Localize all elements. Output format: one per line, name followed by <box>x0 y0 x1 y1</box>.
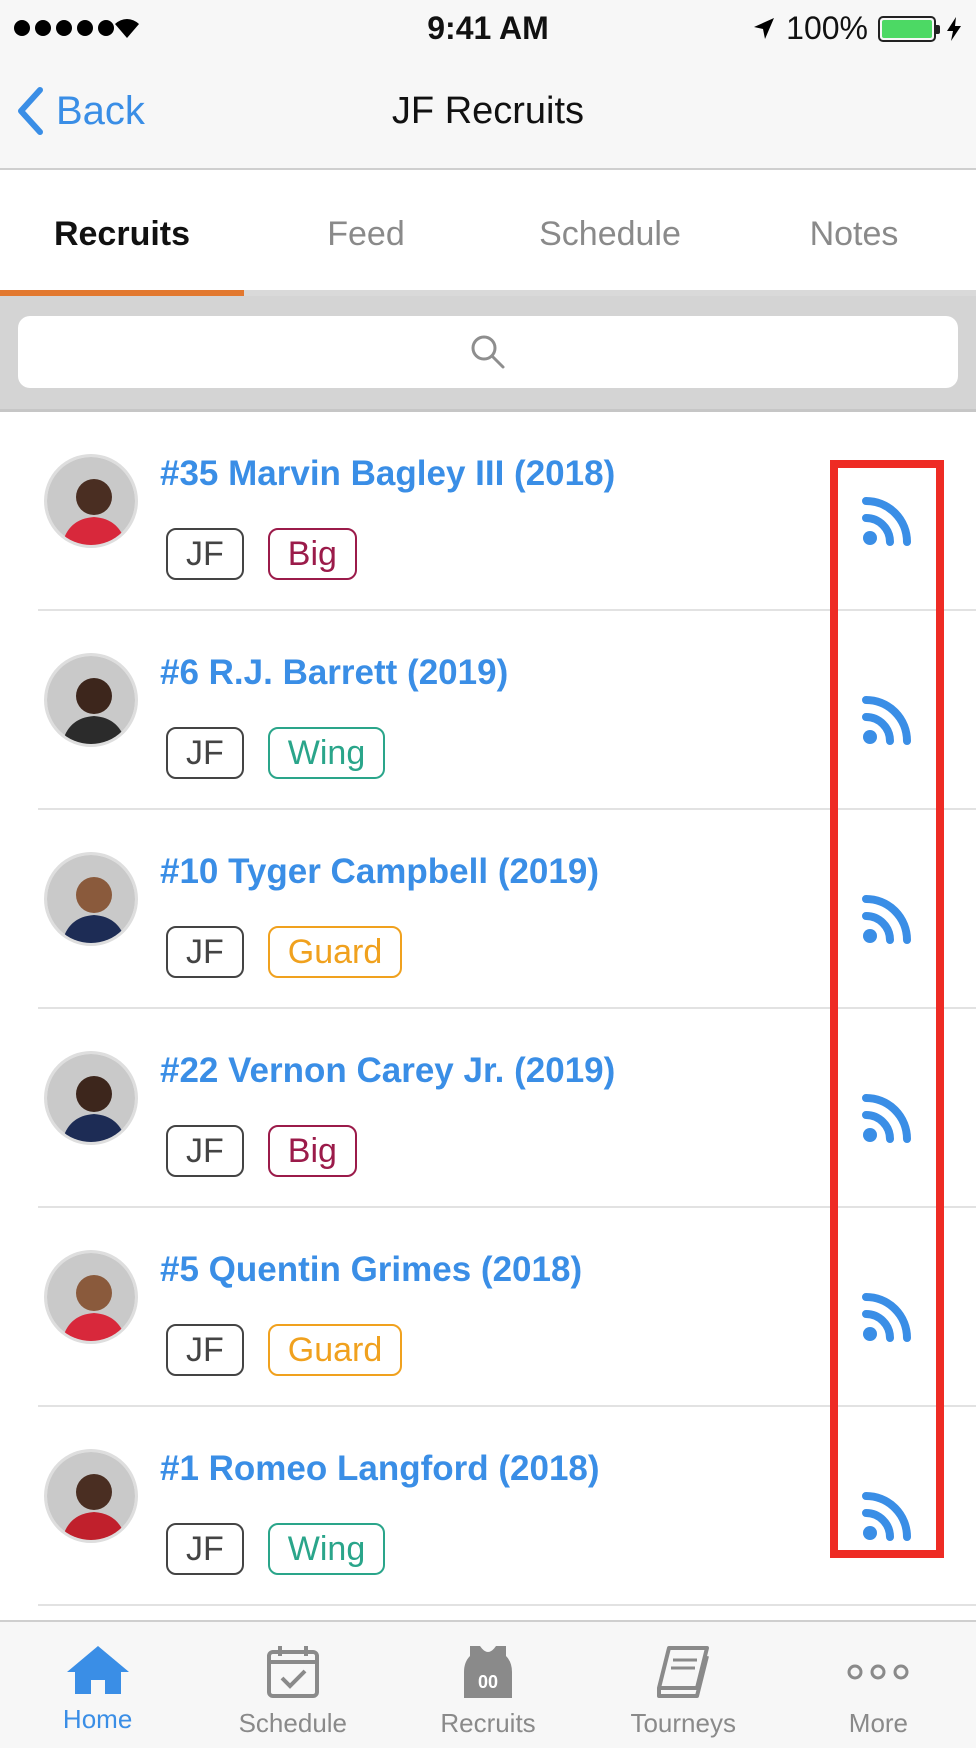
tabbar-recruits[interactable]: 00 Recruits <box>390 1622 585 1748</box>
battery-icon <box>878 15 940 42</box>
recruit-name-link[interactable]: #22 Vernon Carey Jr. (2019) <box>160 1051 615 1091</box>
home-icon <box>66 1646 129 1694</box>
feed-button[interactable] <box>860 693 914 747</box>
book-icon <box>657 1646 710 1698</box>
avatar[interactable] <box>44 653 138 747</box>
tag-badge: Wing <box>267 727 386 779</box>
avatar[interactable] <box>44 852 138 946</box>
recruits-list: #35 Marvin Bagley III (2018) JF Big #6 R.J.… <box>0 412 976 1606</box>
battery-percent: 100% <box>786 10 868 46</box>
navigation-bar: Back JF Recruits <box>0 56 976 170</box>
search-icon <box>471 335 505 369</box>
recruit-row[interactable]: #10 Tyger Campbell (2019) JF Guard <box>0 810 976 1009</box>
tag-badge: JF <box>166 1324 244 1376</box>
tag-badge: JF <box>166 1523 244 1575</box>
recruit-tags: JF Guard <box>166 1324 403 1376</box>
tabbar-label: More <box>848 1708 909 1738</box>
tag-badge: JF <box>166 727 244 779</box>
search-input[interactable] <box>18 316 958 388</box>
tab-feed[interactable]: Feed <box>244 172 488 296</box>
tag-badge: JF <box>166 1125 244 1177</box>
recruit-tags: JF Big <box>166 1125 357 1177</box>
tag-badge: Big <box>267 528 357 580</box>
bottom-tab-bar: Home Schedule 00 Recruits Tourneys More <box>0 1620 976 1748</box>
feed-button[interactable] <box>860 1290 914 1344</box>
calendar-check-icon <box>266 1646 319 1698</box>
tag-badge: Big <box>267 1125 357 1177</box>
tag-badge: JF <box>166 926 244 978</box>
recruit-tags: JF Wing <box>166 727 386 779</box>
feed-button[interactable] <box>860 1091 914 1145</box>
status-bar: 9:41 AM 100% <box>0 0 976 56</box>
more-dots-icon <box>847 1664 909 1680</box>
tag-badge: Wing <box>267 1523 386 1575</box>
feed-rss-icon <box>862 497 911 546</box>
recruit-name-link[interactable]: #35 Marvin Bagley III (2018) <box>160 454 615 494</box>
search-bar <box>0 296 976 412</box>
player-photo <box>47 457 135 545</box>
tabbar-label: Recruits <box>440 1708 536 1738</box>
tab-label: Schedule <box>539 214 681 253</box>
tab-notes[interactable]: Notes <box>732 172 976 296</box>
recruit-name-link[interactable]: #5 Quentin Grimes (2018) <box>160 1250 582 1290</box>
page-title: JF Recruits <box>391 90 585 132</box>
avatar[interactable] <box>44 454 138 548</box>
charging-bolt-icon <box>947 16 961 41</box>
avatar[interactable] <box>44 1250 138 1344</box>
player-photo <box>47 1452 135 1540</box>
player-photo <box>47 1054 135 1142</box>
tab-recruits[interactable]: Recruits <box>0 172 244 296</box>
feed-rss-icon <box>862 1492 911 1541</box>
tabbar-more[interactable]: More <box>781 1622 976 1748</box>
player-photo <box>47 855 135 943</box>
tabbar-label: Home <box>62 1704 133 1734</box>
tabbar-label: Tourneys <box>630 1708 736 1738</box>
tabbar-tourneys[interactable]: Tourneys <box>586 1622 781 1748</box>
feed-rss-icon <box>862 1293 911 1342</box>
player-photo <box>47 656 135 744</box>
row-divider <box>38 1604 976 1606</box>
recruit-tags: JF Wing <box>166 1523 386 1575</box>
recruit-name-link[interactable]: #6 R.J. Barrett (2019) <box>160 653 508 693</box>
recruit-row[interactable]: #6 R.J. Barrett (2019) JF Wing <box>0 611 976 810</box>
tabbar-home[interactable]: Home <box>0 1622 195 1748</box>
player-photo <box>47 1253 135 1341</box>
segment-tabs: Recruits Feed Schedule Notes <box>0 172 976 296</box>
recruit-row[interactable]: #22 Vernon Carey Jr. (2019) JF Big <box>0 1009 976 1208</box>
location-arrow-icon <box>754 17 775 39</box>
recruit-row[interactable]: #5 Quentin Grimes (2018) JF Guard <box>0 1208 976 1407</box>
recruit-tags: JF Guard <box>166 926 403 978</box>
tab-label: Recruits <box>53 214 191 253</box>
feed-button[interactable] <box>860 1489 914 1543</box>
tabbar-schedule[interactable]: Schedule <box>195 1622 390 1748</box>
tag-badge: JF <box>166 528 244 580</box>
tag-badge: Guard <box>267 1324 403 1376</box>
feed-button[interactable] <box>860 494 914 548</box>
avatar[interactable] <box>44 1051 138 1145</box>
avatar[interactable] <box>44 1449 138 1543</box>
recruit-row[interactable]: #35 Marvin Bagley III (2018) JF Big <box>0 412 976 611</box>
tag-badge: Guard <box>267 926 403 978</box>
jersey-icon: 00 <box>464 1646 512 1698</box>
feed-rss-icon <box>862 696 911 745</box>
recruit-name-link[interactable]: #1 Romeo Langford (2018) <box>160 1449 600 1489</box>
tab-schedule[interactable]: Schedule <box>488 172 732 296</box>
tab-label: Notes <box>809 214 899 253</box>
recruit-tags: JF Big <box>166 528 357 580</box>
jersey-number: 00 <box>478 1672 498 1692</box>
recruit-row[interactable]: #1 Romeo Langford (2018) JF Wing <box>0 1407 976 1606</box>
tab-label: Feed <box>327 214 405 253</box>
recruit-name-link[interactable]: #10 Tyger Campbell (2019) <box>160 852 599 892</box>
feed-rss-icon <box>862 895 911 944</box>
feed-button[interactable] <box>860 892 914 946</box>
tabbar-label: Schedule <box>238 1708 348 1738</box>
feed-rss-icon <box>862 1094 911 1143</box>
